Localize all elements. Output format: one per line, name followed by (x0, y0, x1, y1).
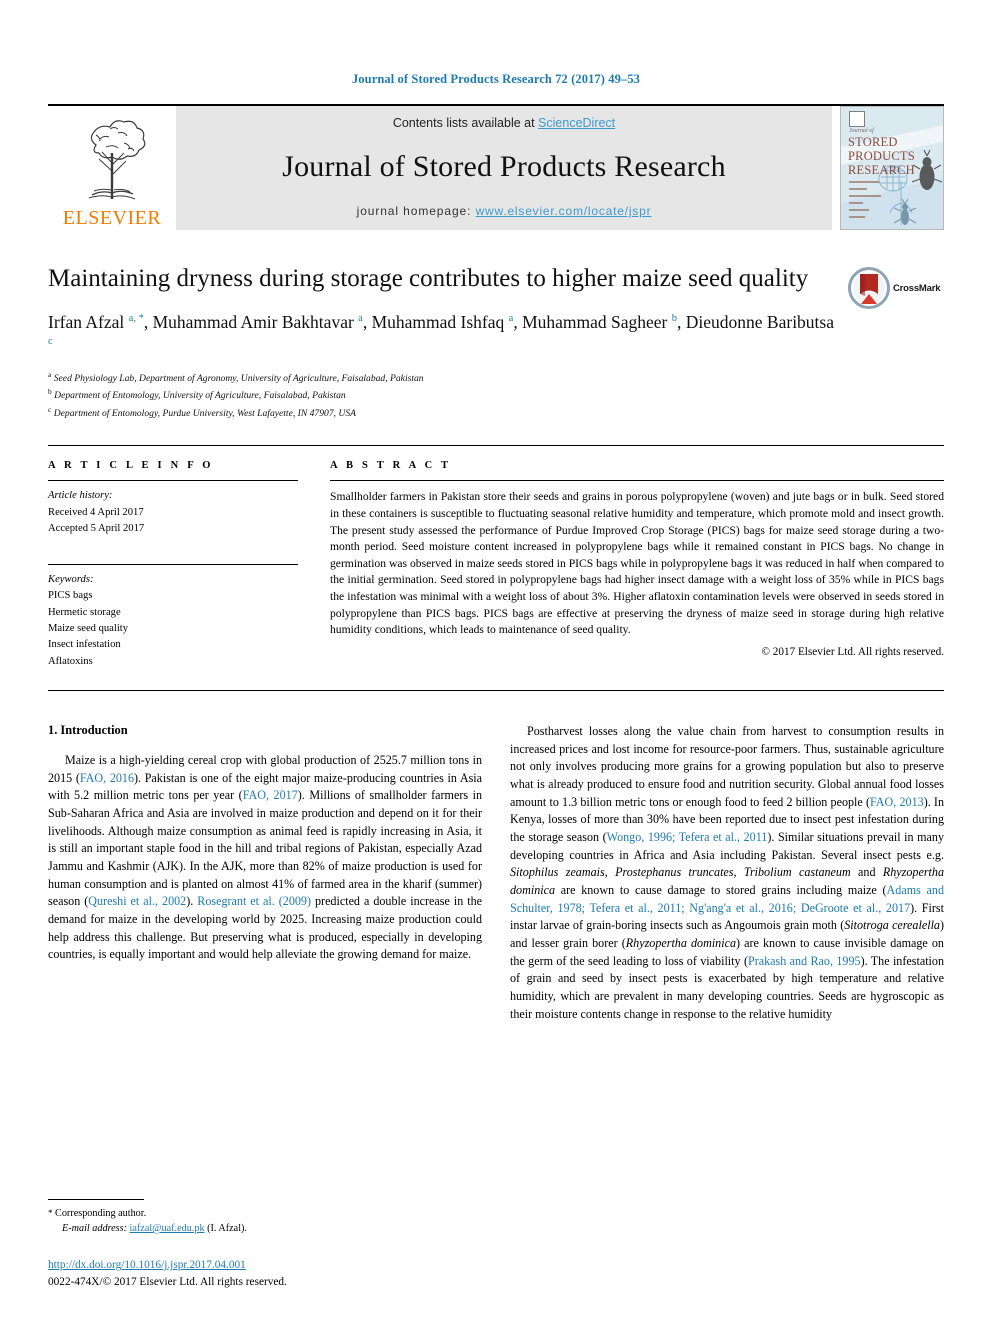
contents-prefix: Contents lists available at (392, 116, 539, 130)
elsevier-wordmark: ELSEVIER (62, 207, 162, 229)
footnote-rule (48, 1198, 144, 1200)
title-block: Maintaining dryness during storage contr… (48, 264, 944, 421)
abstract-heading: A B S T R A C T (330, 460, 452, 472)
body-column-left: 1. Introduction Maize is a high-yielding… (48, 723, 482, 1023)
keywords-label: Keywords: (48, 573, 94, 585)
cover-title: STORED PRODUCTS RESEARCH (848, 135, 939, 177)
corresponding-author-note: * Corresponding author. (48, 1206, 480, 1221)
crossmark-icon (848, 267, 890, 309)
section-heading-introduction: 1. Introduction (48, 723, 128, 738)
cover-title-line-3: RESEARCH (848, 163, 915, 177)
doi-link[interactable]: http://dx.doi.org/10.1016/j.jspr.2017.04… (48, 1257, 480, 1273)
keyword-item: Insect infestation (48, 639, 121, 651)
article-history-label: Article history: (48, 490, 113, 502)
affiliation-mark: a (48, 369, 52, 379)
email-link[interactable]: iafzal@uaf.edu.pk (130, 1223, 205, 1234)
article-info-column: A R T I C L E I N F O Article history: R… (48, 460, 298, 670)
abstract-copyright: © 2017 Elsevier Ltd. All rights reserved… (761, 645, 945, 658)
contents-line: Contents lists available at ScienceDirec… (393, 116, 615, 130)
keyword-item: Aflatoxins (48, 655, 93, 667)
masthead-center: Contents lists available at ScienceDirec… (176, 106, 832, 230)
affiliation-mark: c (48, 404, 52, 414)
elsevier-logo: ELSEVIER (48, 106, 176, 230)
affiliation-item: a Seed Physiology Lab, Department of Agr… (48, 369, 834, 387)
journal-homepage-line: journal homepage: www.elsevier.com/locat… (357, 204, 652, 218)
intro-paragraph-right: Postharvest losses along the value chain… (510, 724, 945, 1021)
email-note: E-mail address: iafzal@uaf.edu.pk (I. Af… (48, 1221, 480, 1236)
abstract-column: A B S T R A C T Smallholder farmers in P… (330, 460, 944, 670)
sciencedirect-link[interactable]: ScienceDirect (538, 116, 615, 130)
article-history-group: Article history: Received 4 April 2017 A… (48, 481, 298, 537)
affiliation-mark: b (48, 387, 52, 397)
intro-paragraph-left: Maize is a high-yielding cereal crop wit… (48, 753, 483, 962)
article-info-heading: A R T I C L E I N F O (48, 460, 214, 472)
crossmark-badge[interactable]: CrossMark (848, 266, 944, 310)
affiliation-text: Department of Entomology, Purdue Univers… (53, 408, 357, 420)
homepage-prefix: journal homepage: (356, 204, 476, 218)
keyword-item: Hermetic storage (48, 606, 121, 618)
footnote-region: * Corresponding author. E-mail address: … (48, 1198, 480, 1290)
page-title: Maintaining dryness during storage contr… (48, 265, 809, 292)
journal-masthead: ELSEVIER Contents lists available at Sci… (48, 104, 944, 230)
doi-block: http://dx.doi.org/10.1016/j.jspr.2017.04… (48, 1257, 480, 1290)
body-columns: 1. Introduction Maize is a high-yielding… (48, 723, 944, 1023)
body-column-right: Postharvest losses along the value chain… (510, 723, 944, 1023)
elsevier-tree-icon (88, 120, 146, 200)
cover-publisher-mark (849, 111, 865, 127)
abstract-text: Smallholder farmers in Pakistan store th… (330, 490, 944, 637)
email-suffix: (I. Afzal). (207, 1222, 247, 1234)
affiliation-item: b Department of Entomology, University o… (48, 386, 834, 404)
issn-copyright-line: 0022-474X/© 2017 Elsevier Ltd. All right… (48, 1275, 287, 1288)
crossmark-label: CrossMark (893, 282, 941, 294)
affiliation-list: a Seed Physiology Lab, Department of Agr… (48, 369, 834, 422)
keyword-item: Maize seed quality (48, 622, 129, 634)
affiliation-item: c Department of Entomology, Purdue Unive… (48, 404, 834, 422)
corresponding-author-label: Corresponding author. (55, 1207, 147, 1219)
author-list: Irfan Afzal a, *, Muhammad Amir Bakhtava… (48, 311, 834, 348)
corresponding-author-marker: * (48, 1207, 53, 1218)
journal-cover-thumbnail[interactable]: Journal of STORED PRODUCTS RESEARCH (840, 106, 944, 230)
article-page: Journal of Stored Products Research 72 (… (0, 0, 992, 1323)
running-head: Journal of Stored Products Research 72 (… (351, 72, 641, 86)
cover-kicker: Journal of (849, 128, 874, 134)
journal-title: Journal of Stored Products Research (282, 150, 726, 183)
cover-title-line-1: STORED (848, 135, 898, 149)
cover-text-placeholder-lines (849, 181, 881, 223)
affiliation-text: Department of Entomology, University of … (54, 390, 346, 402)
email-label: E-mail address: (62, 1222, 127, 1234)
article-history-accepted: Accepted 5 April 2017 (48, 523, 145, 535)
info-abstract-region: A R T I C L E I N F O Article history: R… (48, 445, 944, 670)
affiliation-text: Seed Physiology Lab, Department of Agron… (53, 372, 424, 384)
article-history-received: Received 4 April 2017 (48, 506, 144, 518)
body-divider (48, 690, 944, 692)
keywords-group: Keywords: PICS bags Hermetic storage Mai… (48, 565, 298, 670)
journal-homepage-link[interactable]: www.elsevier.com/locate/jspr (476, 204, 652, 218)
keyword-item: PICS bags (48, 590, 93, 602)
cover-title-line-2: PRODUCTS (848, 149, 915, 163)
